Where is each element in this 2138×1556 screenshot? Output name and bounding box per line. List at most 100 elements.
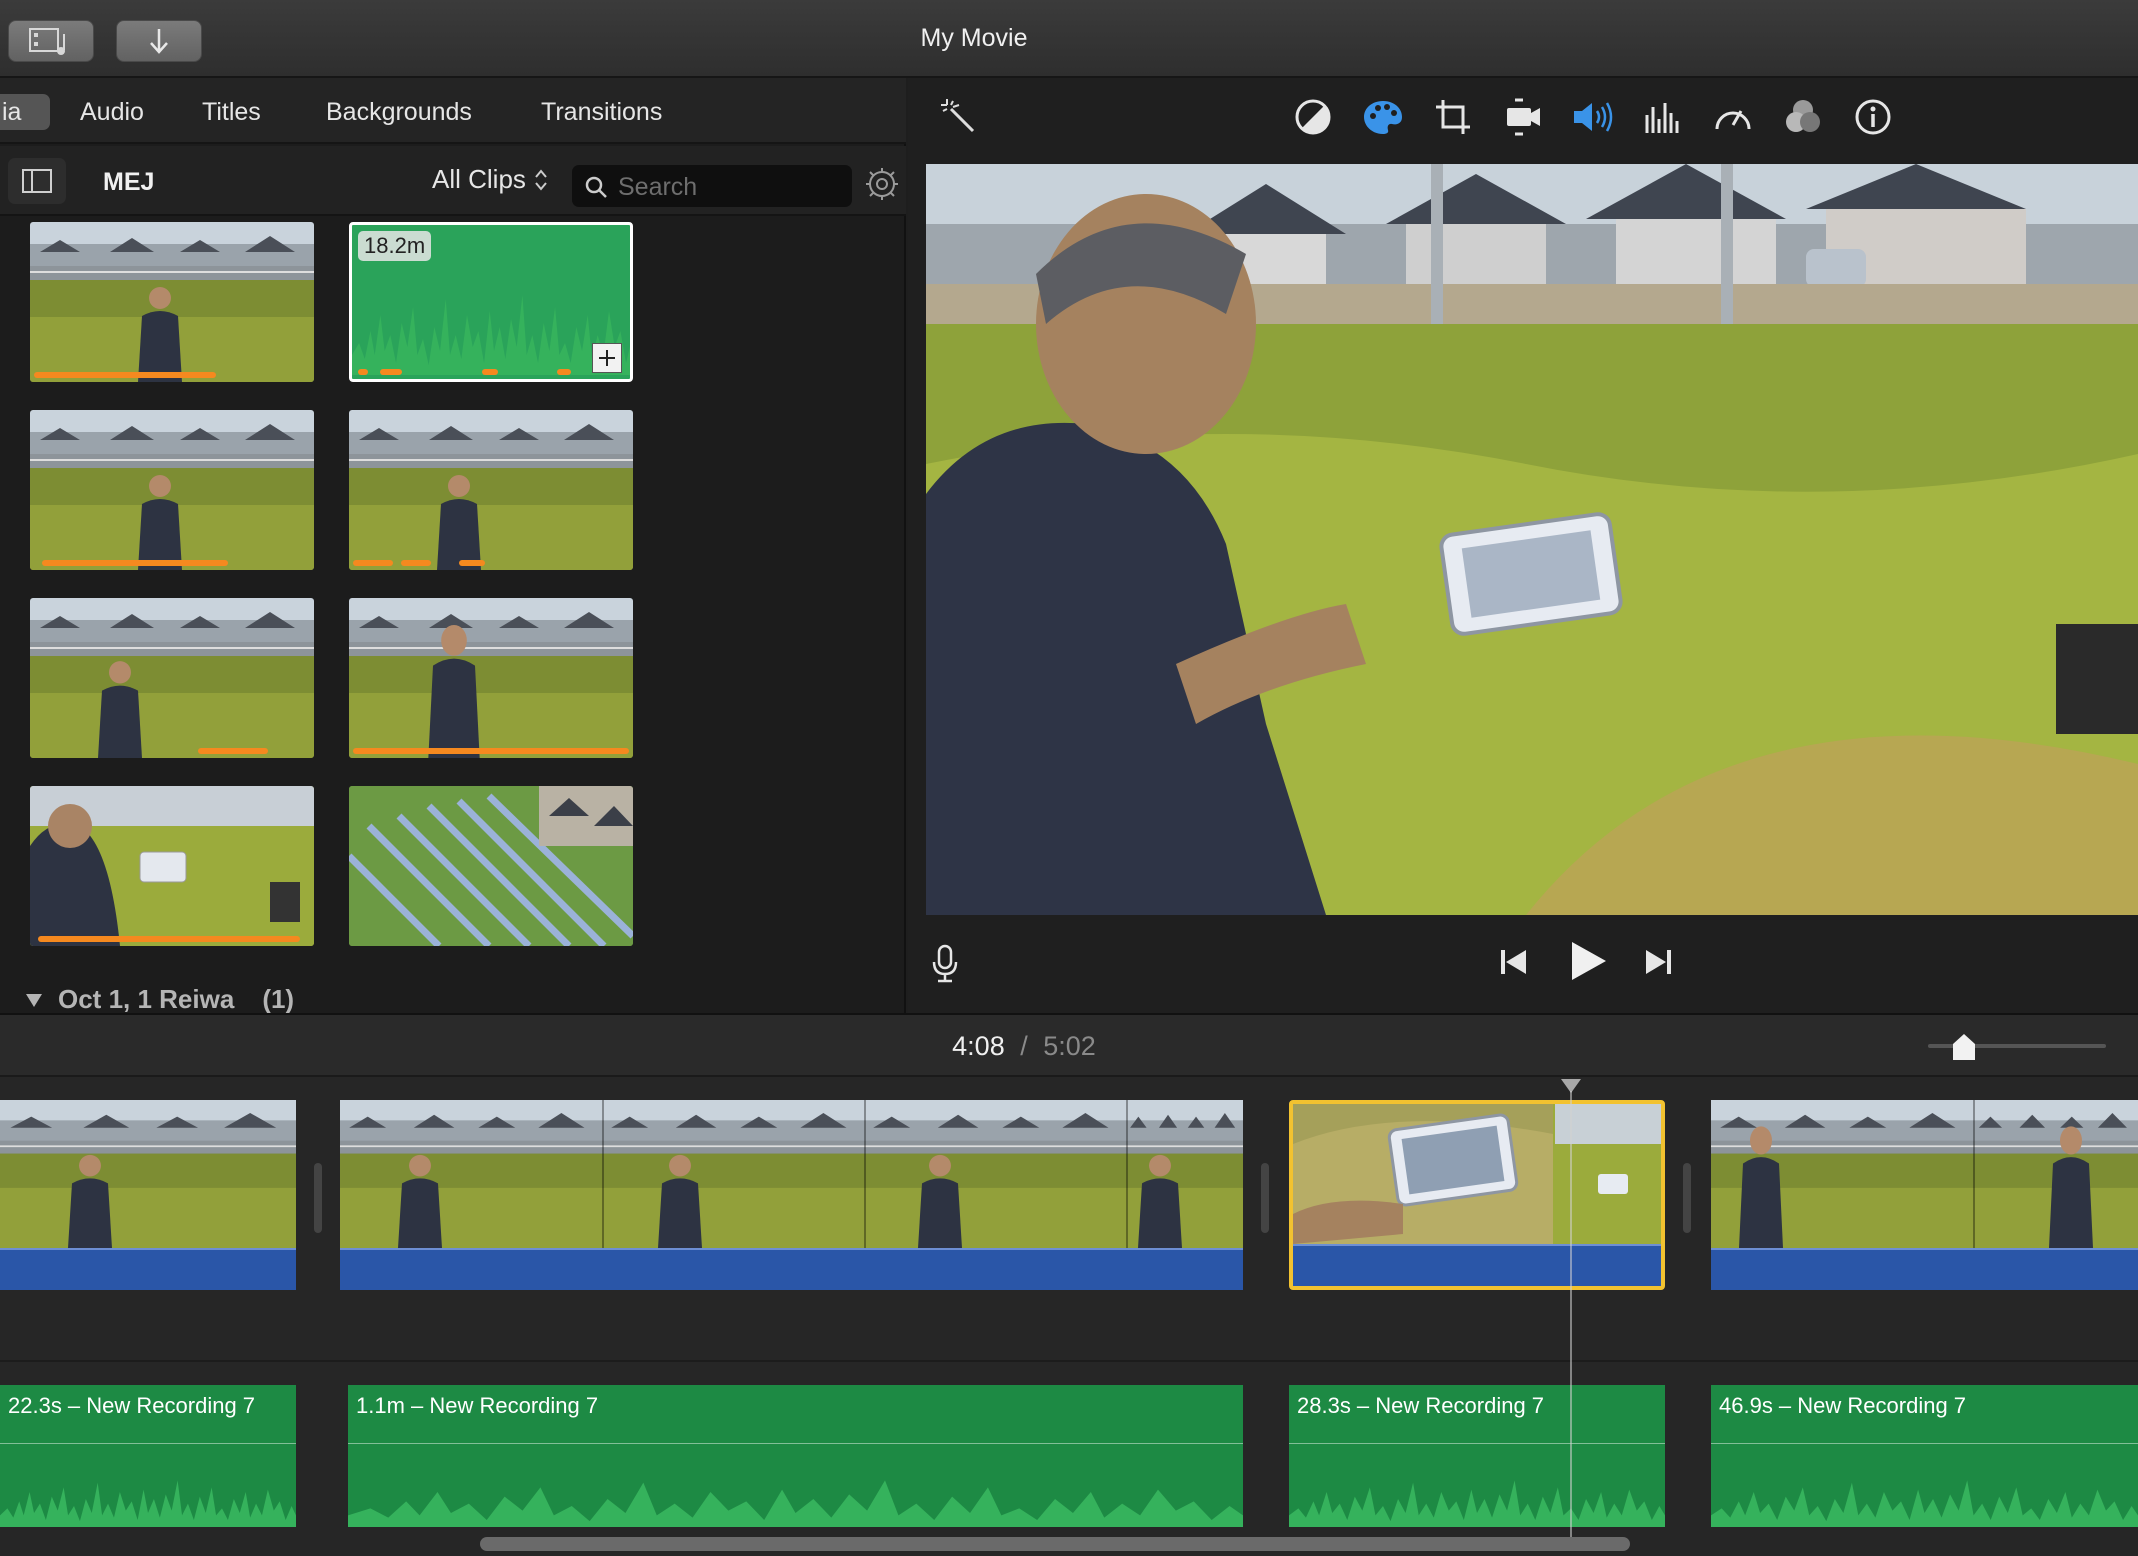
clip-filter-button[interactable]	[1778, 92, 1828, 142]
clip-audio-strip	[1293, 1244, 1661, 1286]
speed-button[interactable]	[1708, 92, 1758, 142]
favorite-range-marker	[459, 560, 485, 566]
skip-back-icon[interactable]	[1498, 946, 1528, 978]
timeline-header: 4:08 / 5:02	[0, 1015, 2138, 1077]
color-correction-icon	[1364, 101, 1402, 134]
audio-clip-label: 46.9s – New Recording 7	[1719, 1393, 1967, 1418]
info-icon	[1855, 99, 1891, 135]
volume-button[interactable]	[1568, 92, 1618, 142]
color-balance-button[interactable]	[1288, 92, 1338, 142]
audio-clip-label: 1.1m – New Recording 7	[356, 1393, 599, 1418]
search-placeholder: Search	[618, 173, 698, 201]
tab-titles[interactable]: Titles	[202, 94, 261, 130]
audio-clip-label: 22.3s – New Recording 7	[8, 1393, 256, 1418]
library-name: MEJ	[103, 168, 155, 196]
audio-clip[interactable]: 46.9s – New Recording 7	[1711, 1385, 2138, 1527]
frame-divider	[602, 1100, 604, 1248]
search-icon	[585, 176, 607, 198]
date-section-header[interactable]: Oct 1, 1 Reiwa (1)	[24, 984, 294, 1015]
favorite-range-marker	[353, 748, 629, 754]
speed-icon	[1715, 110, 1751, 130]
timeline-video-clip[interactable]	[1711, 1100, 2138, 1290]
favorite-range-marker	[34, 372, 216, 378]
skip-forward-icon[interactable]	[1644, 946, 1674, 978]
waveform-graphic	[348, 1457, 1243, 1527]
color-correction-button[interactable]	[1358, 92, 1408, 142]
favorite-range-marker	[380, 369, 402, 375]
date-section-count: (1)	[262, 984, 295, 1014]
clip-audio-strip	[0, 1248, 296, 1290]
info-button[interactable]	[1848, 92, 1898, 142]
current-time: 4:08	[952, 1031, 1005, 1061]
equalizer-button[interactable]	[1638, 92, 1688, 142]
stabilization-button[interactable]	[1498, 92, 1548, 142]
search-field[interactable]: Search	[572, 165, 852, 207]
stabilization-icon	[1507, 98, 1540, 136]
clip-audio-strip	[1711, 1248, 2138, 1290]
clip-filter-dropdown[interactable]: All Clips	[432, 164, 548, 195]
clip-thumbnail[interactable]	[349, 786, 633, 946]
waveform-graphic	[1711, 1457, 2138, 1527]
tab-transitions[interactable]: Transitions	[541, 94, 662, 130]
waveform-graphic	[1289, 1457, 1665, 1527]
gear-icon[interactable]	[864, 166, 900, 202]
magic-wand-button[interactable]	[934, 92, 984, 142]
transition-marker[interactable]	[314, 1163, 322, 1233]
audio-level-line	[348, 1443, 1243, 1444]
favorite-range-marker	[482, 369, 498, 375]
favorite-range-marker	[358, 369, 368, 375]
timeline-video-clip[interactable]	[340, 1100, 1243, 1290]
favorite-range-marker	[38, 936, 300, 942]
timecode-display: 4:08 / 5:02	[0, 1031, 2138, 1062]
favorite-range-marker	[353, 560, 393, 566]
clip-thumbnail[interactable]	[30, 222, 314, 382]
tab-audio[interactable]: Audio	[80, 94, 144, 130]
audio-clip-thumbnail[interactable]: 18.2m	[349, 222, 633, 382]
audio-clip[interactable]: 1.1m – New Recording 7	[348, 1385, 1243, 1527]
audio-clip[interactable]: 22.3s – New Recording 7	[0, 1385, 296, 1527]
clip-thumbnail[interactable]	[30, 598, 314, 758]
play-icon[interactable]	[1568, 938, 1608, 984]
color-balance-icon	[1295, 99, 1331, 135]
transition-marker[interactable]	[1683, 1163, 1691, 1233]
audio-clip[interactable]: 28.3s – New Recording 7	[1289, 1385, 1665, 1527]
magic-wand-icon	[941, 99, 975, 133]
favorite-range-marker	[401, 560, 431, 566]
crop-button[interactable]	[1428, 92, 1478, 142]
audio-level-line	[1711, 1443, 2138, 1444]
favorite-range-marker	[198, 748, 268, 754]
zoom-slider-thumb[interactable]	[1951, 1032, 1977, 1062]
frame-divider	[1973, 1100, 1975, 1248]
selected-timeline-video-clip[interactable]	[1289, 1100, 1665, 1290]
frame-divider	[864, 1100, 866, 1248]
video-preview[interactable]	[926, 164, 2138, 915]
clip-thumbnail[interactable]	[30, 786, 314, 946]
clip-thumbnail[interactable]	[349, 410, 633, 570]
add-to-project-button[interactable]	[592, 343, 622, 373]
frame-divider	[1126, 1100, 1128, 1248]
clip-thumbnail[interactable]	[349, 598, 633, 758]
playhead-line	[1570, 1091, 1572, 1541]
clip-filter-label: All Clips	[432, 164, 526, 194]
microphone-icon[interactable]	[930, 944, 960, 984]
tab-backgrounds[interactable]: Backgrounds	[326, 94, 472, 130]
tab-media[interactable]: ia	[0, 94, 50, 130]
horizontal-scrollbar[interactable]	[480, 1537, 1630, 1551]
clip-thumbnail[interactable]	[30, 410, 314, 570]
timeline: 4:08 / 5:02 22.3s – New Recording 7 1.1m…	[0, 1013, 2138, 1556]
clip-duration-badge: 18.2m	[358, 231, 432, 261]
waveform-graphic	[0, 1457, 296, 1527]
clip-filter-icon	[1786, 100, 1820, 132]
equalizer-icon	[1645, 103, 1679, 133]
title-bar: My Movie	[0, 0, 2138, 78]
transition-marker[interactable]	[1261, 1163, 1269, 1233]
library-bar: MEJ All Clips Search	[0, 146, 906, 216]
total-time: 5:02	[1043, 1031, 1096, 1061]
track-divider	[0, 1360, 2138, 1362]
volume-icon	[1574, 102, 1613, 132]
time-separator: /	[1020, 1031, 1028, 1061]
timeline-video-clip[interactable]	[0, 1100, 296, 1290]
favorite-range-marker	[557, 369, 571, 375]
sidebar-toggle-button[interactable]	[8, 158, 66, 204]
chevron-updown-icon	[535, 168, 547, 191]
